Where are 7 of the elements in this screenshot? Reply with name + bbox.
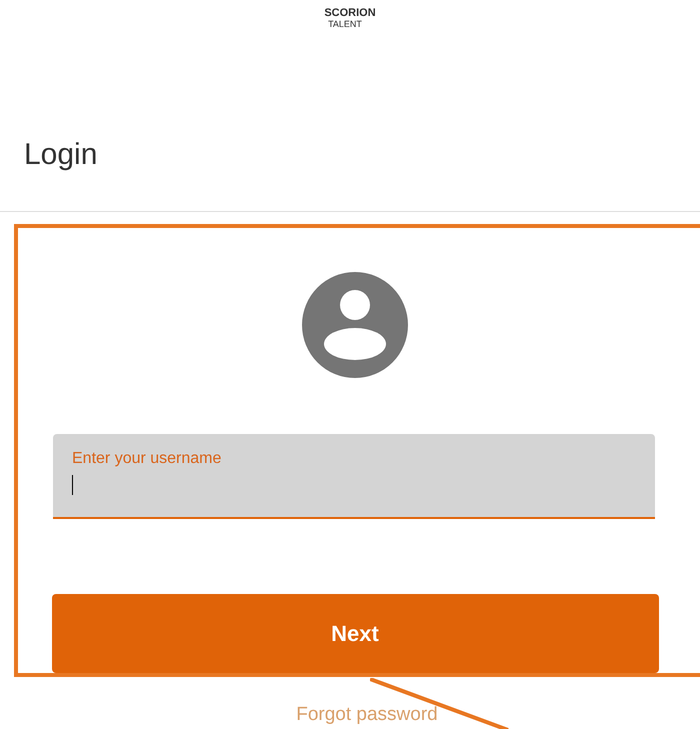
logo-subtitle: TALENT	[328, 19, 362, 29]
avatar-icon	[302, 272, 408, 378]
logo-wordmark: SCORION	[324, 7, 376, 19]
next-button[interactable]: Next	[52, 594, 658, 672]
username-field[interactable]: Enter your username	[53, 434, 655, 518]
page-title: Login	[24, 136, 98, 172]
forgot-password-link[interactable]: Forgot password	[296, 700, 438, 729]
